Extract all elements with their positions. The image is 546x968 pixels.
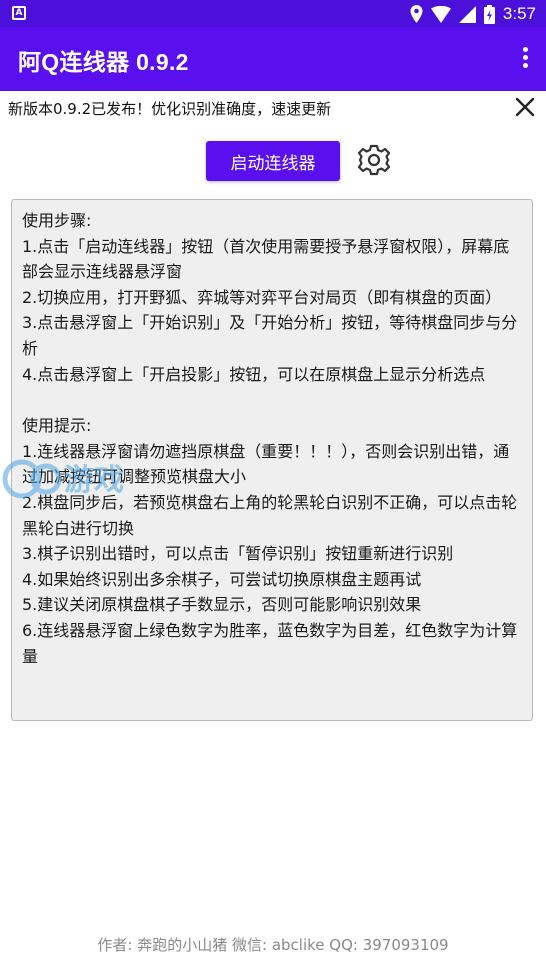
instructions-panel: 使用步骤: 1.点击「启动连线器」按钮（首次使用需要授予悬浮窗权限），屏幕底部会… (11, 199, 533, 721)
close-notice-button[interactable] (514, 96, 536, 118)
step-item: 2.切换应用，打开野狐、弈城等对弈平台对局页（即有棋盘的页面） (22, 287, 502, 307)
tip-item: 5.建议关闭原棋盘棋子手数显示，否则可能影响识别效果 (22, 595, 422, 615)
tip-item: 4.如果始终识别出多余棋子，可尝试切换原棋盘主题再试 (22, 569, 422, 589)
clock: 3:57 (502, 4, 536, 23)
steps-title: 使用步骤: (22, 211, 92, 230)
step-item: 4.点击悬浮窗上「开启投影」按钮，可以在原棋盘上显示分析选点 (22, 364, 486, 384)
app-bar: 阿Q连线器 0.9.2 (0, 27, 546, 91)
cell-signal-icon (458, 5, 476, 23)
tip-item: 2.棋盘同步后，若预览棋盘右上角的轮黑轮白识别不正确，可以点击轮黑轮白进行切换 (22, 492, 518, 538)
battery-charging-icon (483, 4, 495, 24)
settings-button[interactable] (357, 143, 391, 177)
update-notice-text: 新版本0.9.2已发布！优化识别准确度，速速更新 (8, 100, 332, 118)
status-bar: A 3:57 (0, 0, 546, 27)
close-icon (515, 97, 535, 117)
menu-dot-icon (522, 63, 528, 68)
wifi-icon (430, 5, 451, 23)
location-icon (410, 5, 423, 23)
overflow-menu-button[interactable] (518, 45, 532, 73)
author-footer: 作者: 奔跑的小山猪 微信: abclike QQ: 397093109 (97, 936, 449, 954)
tips-title: 使用提示: (22, 416, 92, 436)
gear-icon (357, 144, 391, 176)
menu-dot-icon (522, 47, 528, 52)
step-item: 3.点击悬浮窗上「开始识别」及「开始分析」按钮，等待棋盘同步与分析 (22, 313, 518, 358)
tip-item: 6.连线器悬浮窗上绿色数字为胜率，蓝色数字为目差，红色数字为计算量 (22, 620, 518, 666)
notification-app-icon: A (12, 6, 26, 20)
app-title: 阿Q连线器 0.9.2 (18, 49, 189, 75)
step-item: 1.点击「启动连线器」按钮（首次使用需要授予悬浮窗权限），屏幕底部会显示连线器悬… (22, 236, 510, 282)
update-notice-banner: 新版本0.9.2已发布！优化识别准确度，速速更新 (0, 91, 546, 125)
start-connector-button[interactable]: 启动连线器 (206, 141, 340, 181)
menu-dot-icon (522, 55, 528, 60)
tip-item: 1.连线器悬浮窗请勿遮挡原棋盘（重要！！！），否则会识别出错，通过加减按钮可调整… (22, 441, 510, 487)
tip-item: 3.棋子识别出错时，可以点击「暂停识别」按钮重新进行识别 (22, 544, 454, 564)
